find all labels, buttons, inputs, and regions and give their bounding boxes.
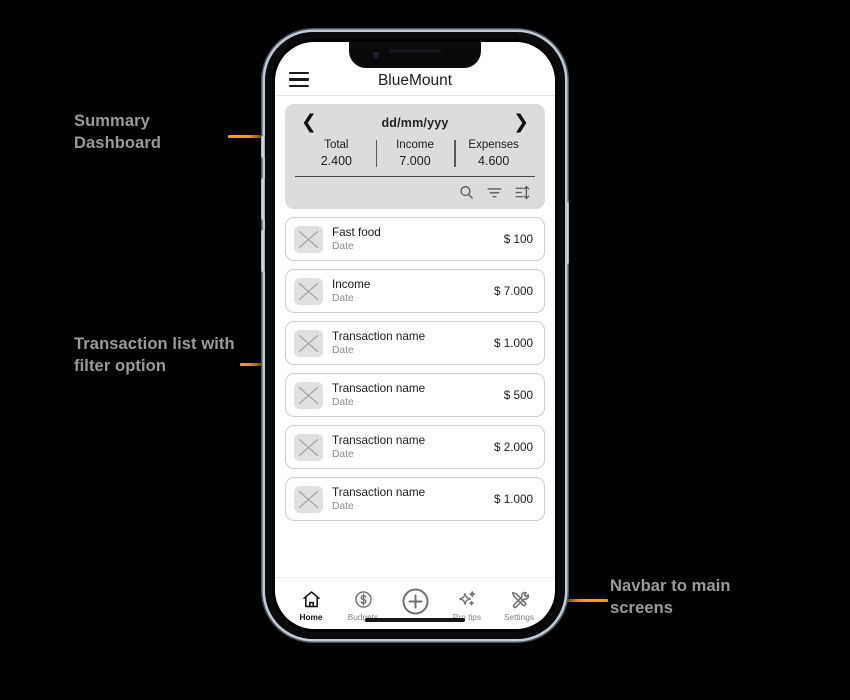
transaction-name: Transaction name	[332, 433, 426, 447]
total-cell-income: Income 7.000	[375, 138, 455, 169]
summary-dashboard-card: ❮ dd/mm/yyy ❯ Total 2.400 Income 7.000 E…	[285, 104, 545, 209]
earpiece-speaker	[389, 49, 441, 53]
transaction-name: Transaction name	[332, 381, 426, 395]
transaction-date: Date	[332, 396, 354, 408]
transaction-placeholder-icon	[294, 329, 323, 357]
phone-bezel: BlueMount ❮ dd/mm/yyy ❯ Total 2.400 Inco…	[272, 39, 558, 632]
notch	[349, 42, 481, 68]
hamburger-icon[interactable]	[289, 72, 309, 87]
total-cell-expenses: Expenses 4.600	[454, 138, 533, 169]
income-label: Income	[396, 139, 434, 151]
transaction-placeholder-icon	[294, 225, 323, 253]
expenses-label: Expenses	[468, 139, 519, 151]
transaction-placeholder-icon	[294, 381, 323, 409]
totals-row: Total 2.400 Income 7.000 Expenses 4.600	[295, 136, 535, 177]
sparkle-icon	[458, 591, 475, 606]
tools-icon	[511, 591, 529, 609]
front-camera-icon	[373, 52, 379, 58]
transaction-list: Fast food Date $ 100 Income Date $ 7.000	[275, 209, 555, 577]
income-value: 7.000	[399, 154, 431, 168]
transaction-amount: $ 7.000	[494, 284, 533, 298]
transaction-amount: $ 2.000	[494, 440, 533, 454]
page-title: BlueMount	[377, 72, 453, 89]
total-value: 2.400	[320, 154, 352, 168]
transaction-date: Date	[332, 500, 354, 512]
table-row[interactable]: Transaction name Date $ 500	[285, 373, 545, 417]
transaction-name: Fast food	[332, 225, 381, 239]
date-label[interactable]: dd/mm/yyy	[381, 116, 448, 130]
plus-circle-icon	[402, 588, 428, 615]
transaction-name: Income	[332, 277, 371, 291]
transaction-placeholder-icon	[294, 433, 323, 461]
phone-screen: BlueMount ❮ dd/mm/yyy ❯ Total 2.400 Inco…	[275, 42, 555, 629]
nav-label-home: Home	[299, 612, 323, 622]
transaction-placeholder-icon	[294, 485, 323, 513]
chevron-right-icon[interactable]: ❯	[513, 113, 529, 132]
total-cell-total: Total 2.400	[297, 138, 376, 169]
date-selector: ❮ dd/mm/yyy ❯	[295, 112, 535, 136]
expenses-value: 4.600	[478, 154, 510, 168]
transaction-name: Transaction name	[332, 485, 426, 499]
transaction-amount: $ 500	[503, 388, 533, 402]
transaction-amount: $ 1.000	[494, 492, 533, 506]
screenshot-canvas: Summary Dashboard Transaction list with …	[0, 0, 850, 700]
annotation-navbar: Navbar to main screens	[610, 577, 731, 617]
table-row[interactable]: Transaction name Date $ 2.000	[285, 425, 545, 469]
budget-dollar-icon	[354, 591, 372, 608]
transaction-amount: $ 100	[503, 232, 533, 246]
transaction-date: Date	[332, 448, 354, 460]
table-row[interactable]: Fast food Date $ 100	[285, 217, 545, 261]
volume-up-button[interactable]	[261, 178, 265, 220]
nav-item-settings[interactable]: Settings	[496, 589, 542, 622]
home-icon	[302, 591, 320, 608]
total-label: Total	[324, 139, 349, 151]
chevron-left-icon[interactable]: ❮	[301, 113, 317, 132]
volume-down-button[interactable]	[261, 230, 265, 272]
search-icon[interactable]	[458, 184, 475, 201]
transaction-placeholder-icon	[294, 277, 323, 305]
transaction-date: Date	[332, 344, 354, 356]
mute-switch[interactable]	[261, 136, 265, 158]
filter-icon[interactable]	[486, 184, 503, 201]
transaction-date: Date	[332, 292, 354, 304]
table-row[interactable]: Transaction name Date $ 1.000	[285, 321, 545, 365]
home-indicator[interactable]	[365, 618, 465, 622]
nav-item-home[interactable]: Home	[288, 589, 334, 622]
table-row[interactable]: Income Date $ 7.000	[285, 269, 545, 313]
list-tools-row	[295, 177, 535, 203]
table-row[interactable]: Transaction name Date $ 1.000	[285, 477, 545, 521]
transaction-date: Date	[332, 240, 354, 252]
annotation-summary-dashboard: Summary Dashboard	[74, 112, 162, 152]
transaction-amount: $ 1.000	[494, 336, 533, 350]
transaction-name: Transaction name	[332, 329, 426, 343]
power-button[interactable]	[565, 202, 569, 264]
annotation-transaction-list: Transaction list with filter option	[74, 335, 235, 375]
phone-mockup: BlueMount ❮ dd/mm/yyy ❯ Total 2.400 Inco…	[261, 32, 569, 639]
nav-label-settings: Settings	[504, 612, 534, 622]
sort-icon[interactable]	[514, 184, 531, 201]
